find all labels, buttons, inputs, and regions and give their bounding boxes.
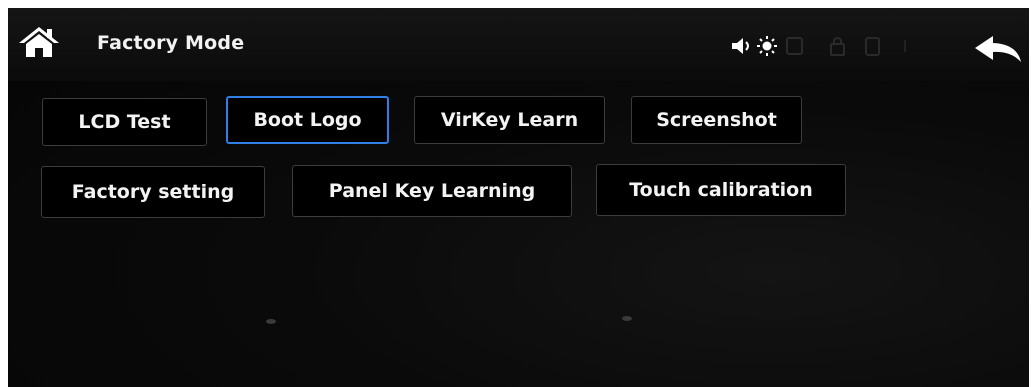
status-icons — [732, 36, 906, 56]
screenshot-button[interactable]: Screenshot — [631, 96, 802, 144]
home-icon[interactable] — [18, 25, 60, 59]
virkey-learn-button[interactable]: VirKey Learn — [414, 96, 605, 144]
title-bar: Factory Mode — [8, 8, 1029, 81]
panel-key-learning-button[interactable]: Panel Key Learning — [292, 165, 572, 217]
tablet-icon — [865, 37, 880, 56]
square-icon — [786, 37, 803, 55]
back-arrow-icon[interactable] — [973, 34, 1023, 64]
lock-icon — [830, 37, 845, 56]
screen-reflection — [266, 319, 276, 324]
boot-logo-button[interactable]: Boot Logo — [226, 96, 389, 144]
factory-setting-button[interactable]: Factory setting — [41, 166, 265, 218]
brightness-icon — [757, 36, 777, 56]
page-title: Factory Mode — [97, 32, 245, 54]
screen-reflection — [622, 316, 632, 321]
touch-calibration-button[interactable]: Touch calibration — [596, 164, 846, 216]
lcd-test-button[interactable]: LCD Test — [42, 98, 207, 146]
speaker-icon — [732, 38, 749, 54]
screen: Factory Mode LCD Test Boot Logo VirKey L… — [8, 8, 1029, 387]
